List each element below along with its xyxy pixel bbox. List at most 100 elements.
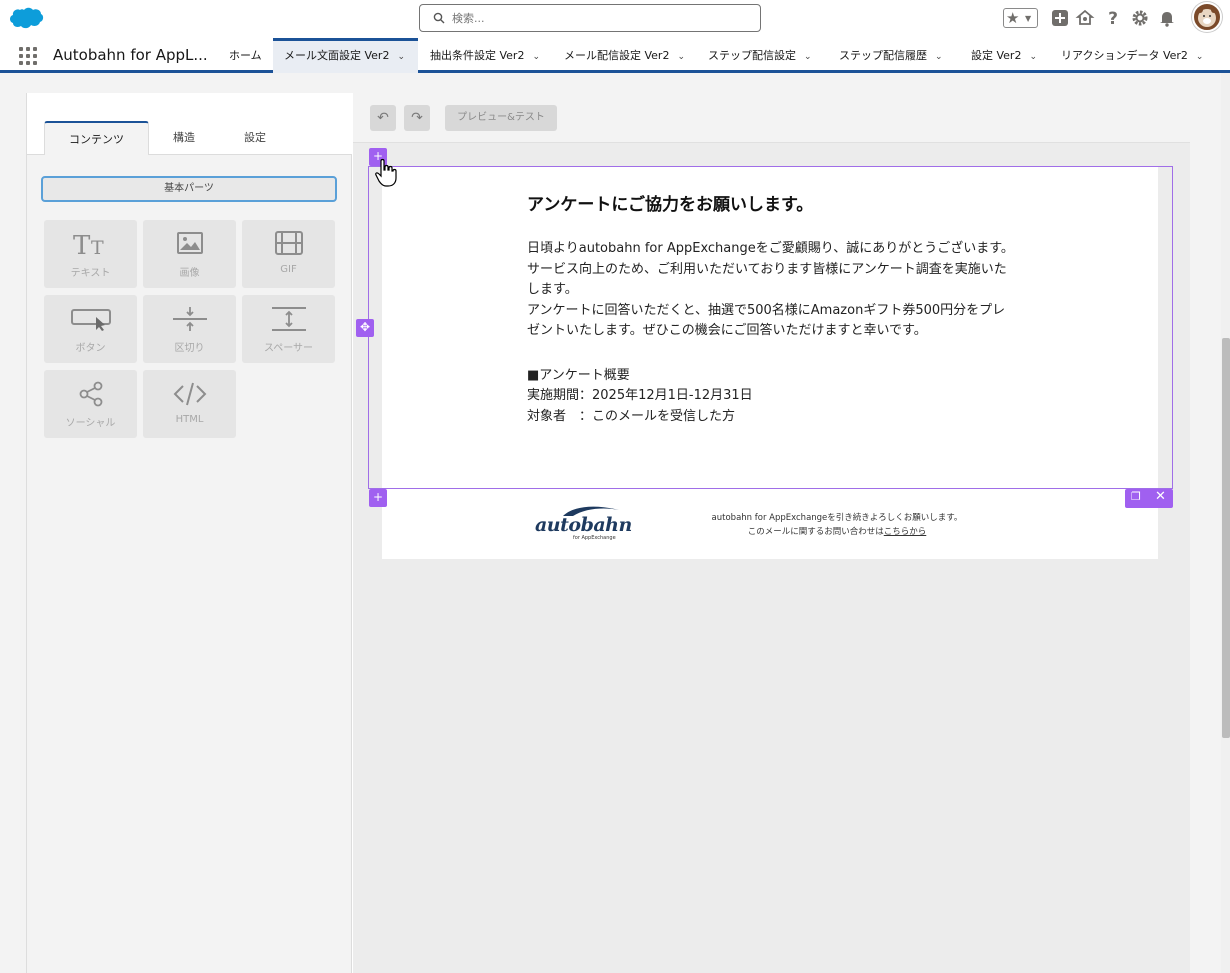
svg-text:?: ? xyxy=(1108,9,1118,28)
panel-tabs: コンテンツ 構造 設定 xyxy=(27,93,352,155)
tab-label: リアクションデータ Ver2 xyxy=(1061,49,1188,62)
close-icon[interactable]: ✕ xyxy=(1155,489,1166,504)
chevron-down-icon[interactable]: ⌄ xyxy=(935,40,943,75)
footer-text: autobahn for AppExchangeを引き続きよろしくお願いします。… xyxy=(702,511,972,539)
salesforce-logo[interactable] xyxy=(9,6,45,31)
add-icon[interactable] xyxy=(1050,8,1070,28)
chevron-down-icon[interactable]: ⌄ xyxy=(677,40,685,75)
email-para-3: アンケートに回答いただくと、抽選で500名様にAmazonギフト券500円分をプ… xyxy=(527,302,1006,339)
scrollbar-thumb[interactable] xyxy=(1222,338,1230,738)
tab-reaction-data[interactable]: リアクションデータ Ver2 ⌄ xyxy=(1061,38,1203,73)
left-panel: コンテンツ 構造 設定 基本パーツ T T テキスト 画像 GIF ボタン 区切… xyxy=(27,93,352,973)
tab-label: 抽出条件設定 Ver2 xyxy=(430,49,525,62)
help-icon[interactable]: ? xyxy=(1103,8,1123,28)
tile-label: 画像 xyxy=(179,268,200,279)
search-input[interactable] xyxy=(450,8,750,28)
tile-label: 区切り xyxy=(174,343,205,354)
undo-button[interactable]: ↶ xyxy=(370,105,396,131)
email-para-2: サービス向上のため、ご利用いただいております皆様にアンケート調査を実施いたします… xyxy=(527,261,1007,298)
divider-icon xyxy=(172,307,207,331)
tab-step-delivery[interactable]: ステップ配信設定 ⌄ xyxy=(708,38,812,73)
chevron-down-icon[interactable]: ⌄ xyxy=(397,42,405,72)
footer-line-2-prefix: このメールに関するお問い合わせは xyxy=(747,527,884,537)
footer-line-1: autobahn for AppExchangeを引き続きよろしくお願いします。 xyxy=(711,513,963,523)
chevron-down-icon[interactable]: ⌄ xyxy=(532,40,540,75)
svg-text:T: T xyxy=(73,231,91,258)
tile-gif[interactable]: GIF xyxy=(242,220,335,288)
button-icon xyxy=(70,309,111,331)
tab-label: 設定 Ver2 xyxy=(971,49,1022,62)
move-row-icon[interactable]: ✥ xyxy=(356,319,374,337)
editor-toolbar: ↶ ↷ プレビュー&テスト xyxy=(353,93,1190,143)
redo-button[interactable]: ↷ xyxy=(404,105,430,131)
tab-contents[interactable]: コンテンツ xyxy=(44,121,149,155)
tab-structure[interactable]: 構造 xyxy=(164,121,204,155)
tile-button[interactable]: ボタン xyxy=(44,295,137,363)
text-icon: T T xyxy=(73,231,104,258)
tab-settings[interactable]: 設定 Ver2 ⌄ xyxy=(971,38,1037,73)
tab-label: メール配信設定 Ver2 xyxy=(564,49,670,62)
email-content: アンケートにご協力をお願いします。 日頃よりautobahn for AppEx… xyxy=(527,190,1017,427)
tile-text[interactable]: T T テキスト xyxy=(44,220,137,288)
app-name: Autobahn for AppL... xyxy=(53,46,208,64)
hand-cursor-icon xyxy=(375,158,397,187)
tab-home[interactable]: ホーム xyxy=(229,38,262,73)
preview-test-button[interactable]: プレビュー&テスト xyxy=(445,105,557,131)
search-icon xyxy=(433,12,445,24)
email-heading: アンケートにご協力をお願いします。 xyxy=(527,195,814,215)
chevron-down-icon[interactable]: ⌄ xyxy=(1029,40,1037,75)
tile-label: テキスト xyxy=(70,268,111,279)
favorites-star-icon: ★ xyxy=(1006,9,1020,27)
row-actions: ❐ ✕ xyxy=(1125,489,1173,508)
gif-icon xyxy=(274,231,303,255)
tile-label: スペーサー xyxy=(263,343,314,354)
footer-line-2: このメールに関するお問い合わせはこちらから xyxy=(702,525,972,539)
duplicate-icon[interactable]: ❐ xyxy=(1131,490,1141,503)
add-row-bottom-icon[interactable]: + xyxy=(369,489,387,507)
tile-social[interactable]: ソーシャル xyxy=(44,370,137,438)
code-icon xyxy=(173,382,206,406)
tab-label: ステップ配信設定 xyxy=(708,49,796,62)
navigation-bar: Autobahn for AppL... ホーム メール文面設定 Ver2 ⌄ 抽… xyxy=(0,38,1230,73)
footer-brand-sub: for AppExchange xyxy=(573,535,616,541)
svg-text:T: T xyxy=(91,237,104,258)
tile-html[interactable]: HTML xyxy=(143,370,236,438)
footer-logo: autobahn for AppExchange xyxy=(535,504,632,548)
tile-label: ボタン xyxy=(75,343,106,354)
basic-parts-button[interactable]: 基本パーツ xyxy=(41,176,337,202)
tab-extraction[interactable]: 抽出条件設定 Ver2 ⌄ xyxy=(430,38,540,73)
tile-divider[interactable]: 区切り xyxy=(143,295,236,363)
overview-title: ■アンケート概要 xyxy=(527,367,630,383)
tab-panel-settings[interactable]: 設定 xyxy=(235,121,275,155)
global-search[interactable] xyxy=(419,4,761,32)
tile-label: HTML xyxy=(175,414,204,425)
share-icon xyxy=(79,381,102,407)
app-launcher-icon[interactable] xyxy=(19,47,39,65)
overview-target: 対象者 ：このメールを受信した方 xyxy=(527,408,736,424)
chevron-down-icon[interactable]: ⌄ xyxy=(1196,40,1204,75)
tab-label: メール文面設定 Ver2 xyxy=(284,49,390,62)
tab-mail-delivery[interactable]: メール配信設定 Ver2 ⌄ xyxy=(564,38,685,73)
bear-avatar-icon xyxy=(1197,7,1217,27)
image-icon xyxy=(176,232,203,254)
tile-image[interactable]: 画像 xyxy=(143,220,236,288)
footer-brand-name: autobahn xyxy=(535,514,632,536)
avatar[interactable] xyxy=(1192,2,1222,32)
spacer-icon xyxy=(271,307,306,331)
tile-label: GIF xyxy=(280,264,297,275)
tile-spacer[interactable]: スペーサー xyxy=(242,295,335,363)
overview-period: 実施期間：2025年12月1日-12月31日 xyxy=(527,388,753,403)
chevron-down-icon[interactable]: ⌄ xyxy=(804,40,812,75)
tile-label: ソーシャル xyxy=(65,418,116,429)
tab-step-history[interactable]: ステップ配信履歴 ⌄ xyxy=(839,38,943,73)
gear-icon[interactable] xyxy=(1130,8,1150,28)
trailhead-icon[interactable] xyxy=(1075,8,1095,28)
global-header: ★ ▼ ? xyxy=(0,0,1230,38)
email-para-1: 日頃よりautobahn for AppExchangeをご愛顧賜り、誠にありが… xyxy=(527,241,1014,256)
tab-label: ホーム xyxy=(229,49,262,62)
tab-mail-template[interactable]: メール文面設定 Ver2 ⌄ xyxy=(273,38,418,73)
tab-label: ステップ配信履歴 xyxy=(839,49,927,62)
contact-link[interactable]: こちらから xyxy=(884,527,927,537)
favorites-button[interactable]: ★ ▼ xyxy=(1003,8,1038,28)
bell-icon[interactable] xyxy=(1157,8,1177,28)
